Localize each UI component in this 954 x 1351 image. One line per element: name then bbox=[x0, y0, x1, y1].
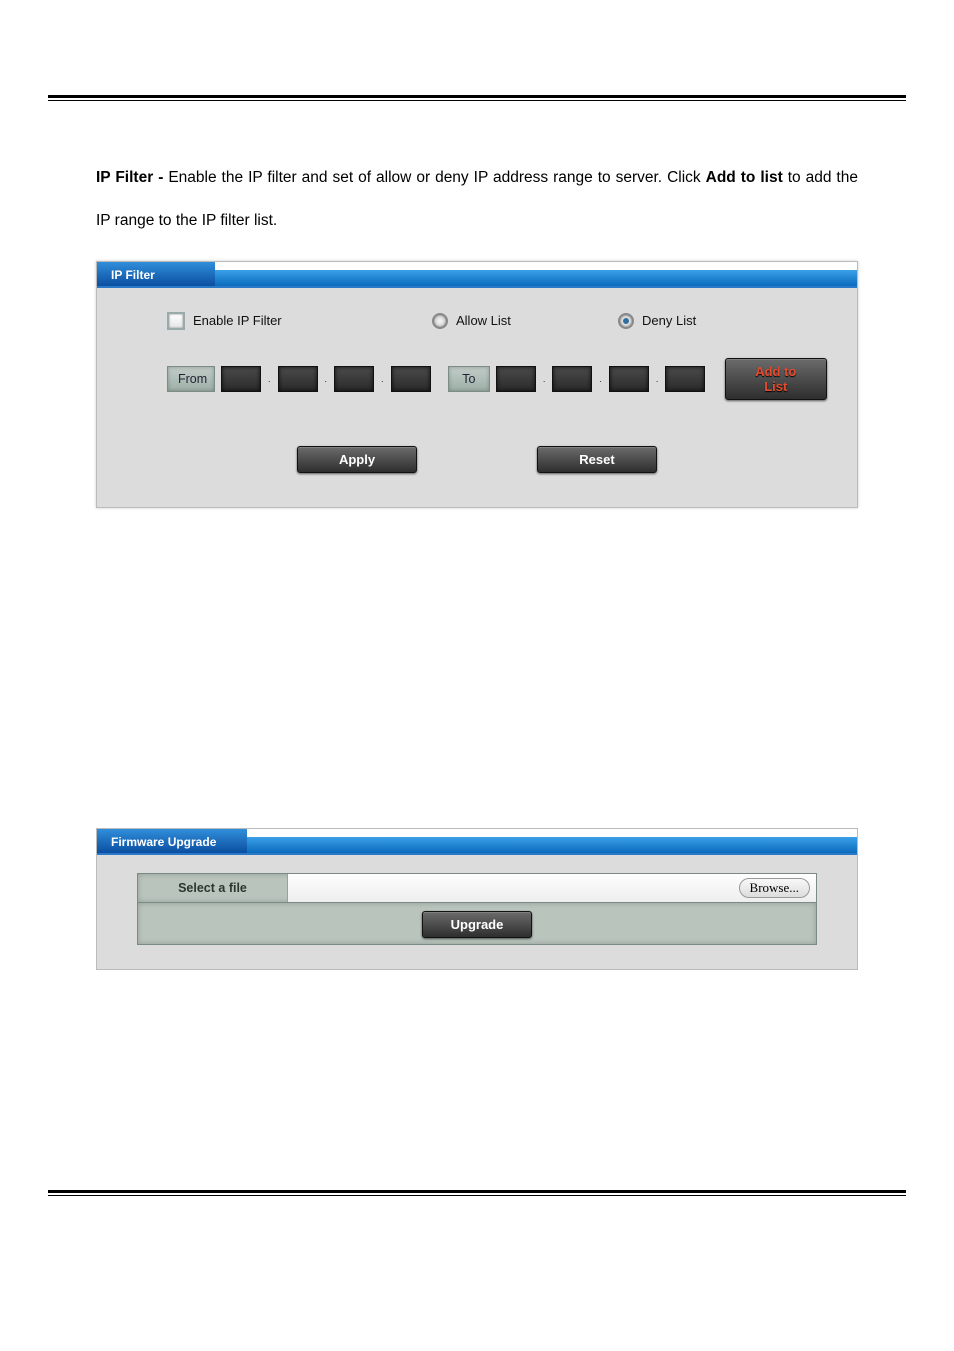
panel-header-bar bbox=[247, 837, 857, 853]
to-ip-octet-3[interactable] bbox=[609, 366, 649, 392]
ip-filter-description: IP Filter - Enable the IP filter and set… bbox=[96, 156, 858, 243]
select-file-label: Select a file bbox=[138, 874, 288, 902]
from-ip-octet-2[interactable] bbox=[278, 366, 318, 392]
deny-list-radio[interactable] bbox=[618, 313, 634, 329]
ip-filter-tab: IP Filter bbox=[97, 262, 215, 286]
allow-list-radio[interactable] bbox=[432, 313, 448, 329]
ip-dot: . bbox=[542, 374, 547, 384]
ip-dot: . bbox=[380, 374, 385, 384]
to-ip-octet-1[interactable] bbox=[496, 366, 536, 392]
to-ip-octet-2[interactable] bbox=[552, 366, 592, 392]
enable-ip-filter-label: Enable IP Filter bbox=[193, 313, 282, 328]
from-label: From bbox=[167, 366, 215, 392]
enable-ip-filter-checkbox[interactable] bbox=[167, 312, 185, 330]
from-ip-octet-3[interactable] bbox=[334, 366, 374, 392]
upgrade-button[interactable]: Upgrade bbox=[422, 911, 532, 938]
to-ip-octet-4[interactable] bbox=[665, 366, 705, 392]
ip-dot: . bbox=[267, 374, 272, 384]
ip-dot: . bbox=[598, 374, 603, 384]
deny-list-label: Deny List bbox=[642, 313, 696, 328]
apply-button[interactable]: Apply bbox=[297, 446, 417, 473]
ip-filter-panel: IP Filter Enable IP Filter Allow List De… bbox=[96, 261, 858, 508]
from-ip-octet-4[interactable] bbox=[391, 366, 431, 392]
reset-button[interactable]: Reset bbox=[537, 446, 657, 473]
from-ip-octet-1[interactable] bbox=[221, 366, 261, 392]
to-label: To bbox=[448, 366, 490, 392]
allow-list-label: Allow List bbox=[456, 313, 511, 328]
add-to-list-term: Add to list bbox=[706, 169, 783, 186]
firmware-upgrade-tab: Firmware Upgrade bbox=[97, 829, 247, 853]
add-to-list-button[interactable]: Add to List bbox=[725, 358, 827, 400]
ip-dot: . bbox=[324, 374, 329, 384]
firmware-upgrade-panel: Firmware Upgrade Select a file Browse...… bbox=[96, 828, 858, 970]
browse-button[interactable]: Browse... bbox=[739, 878, 810, 898]
panel-header-bar bbox=[215, 270, 857, 286]
ip-filter-heading: IP Filter - bbox=[96, 169, 168, 186]
ip-dot: . bbox=[655, 374, 660, 384]
